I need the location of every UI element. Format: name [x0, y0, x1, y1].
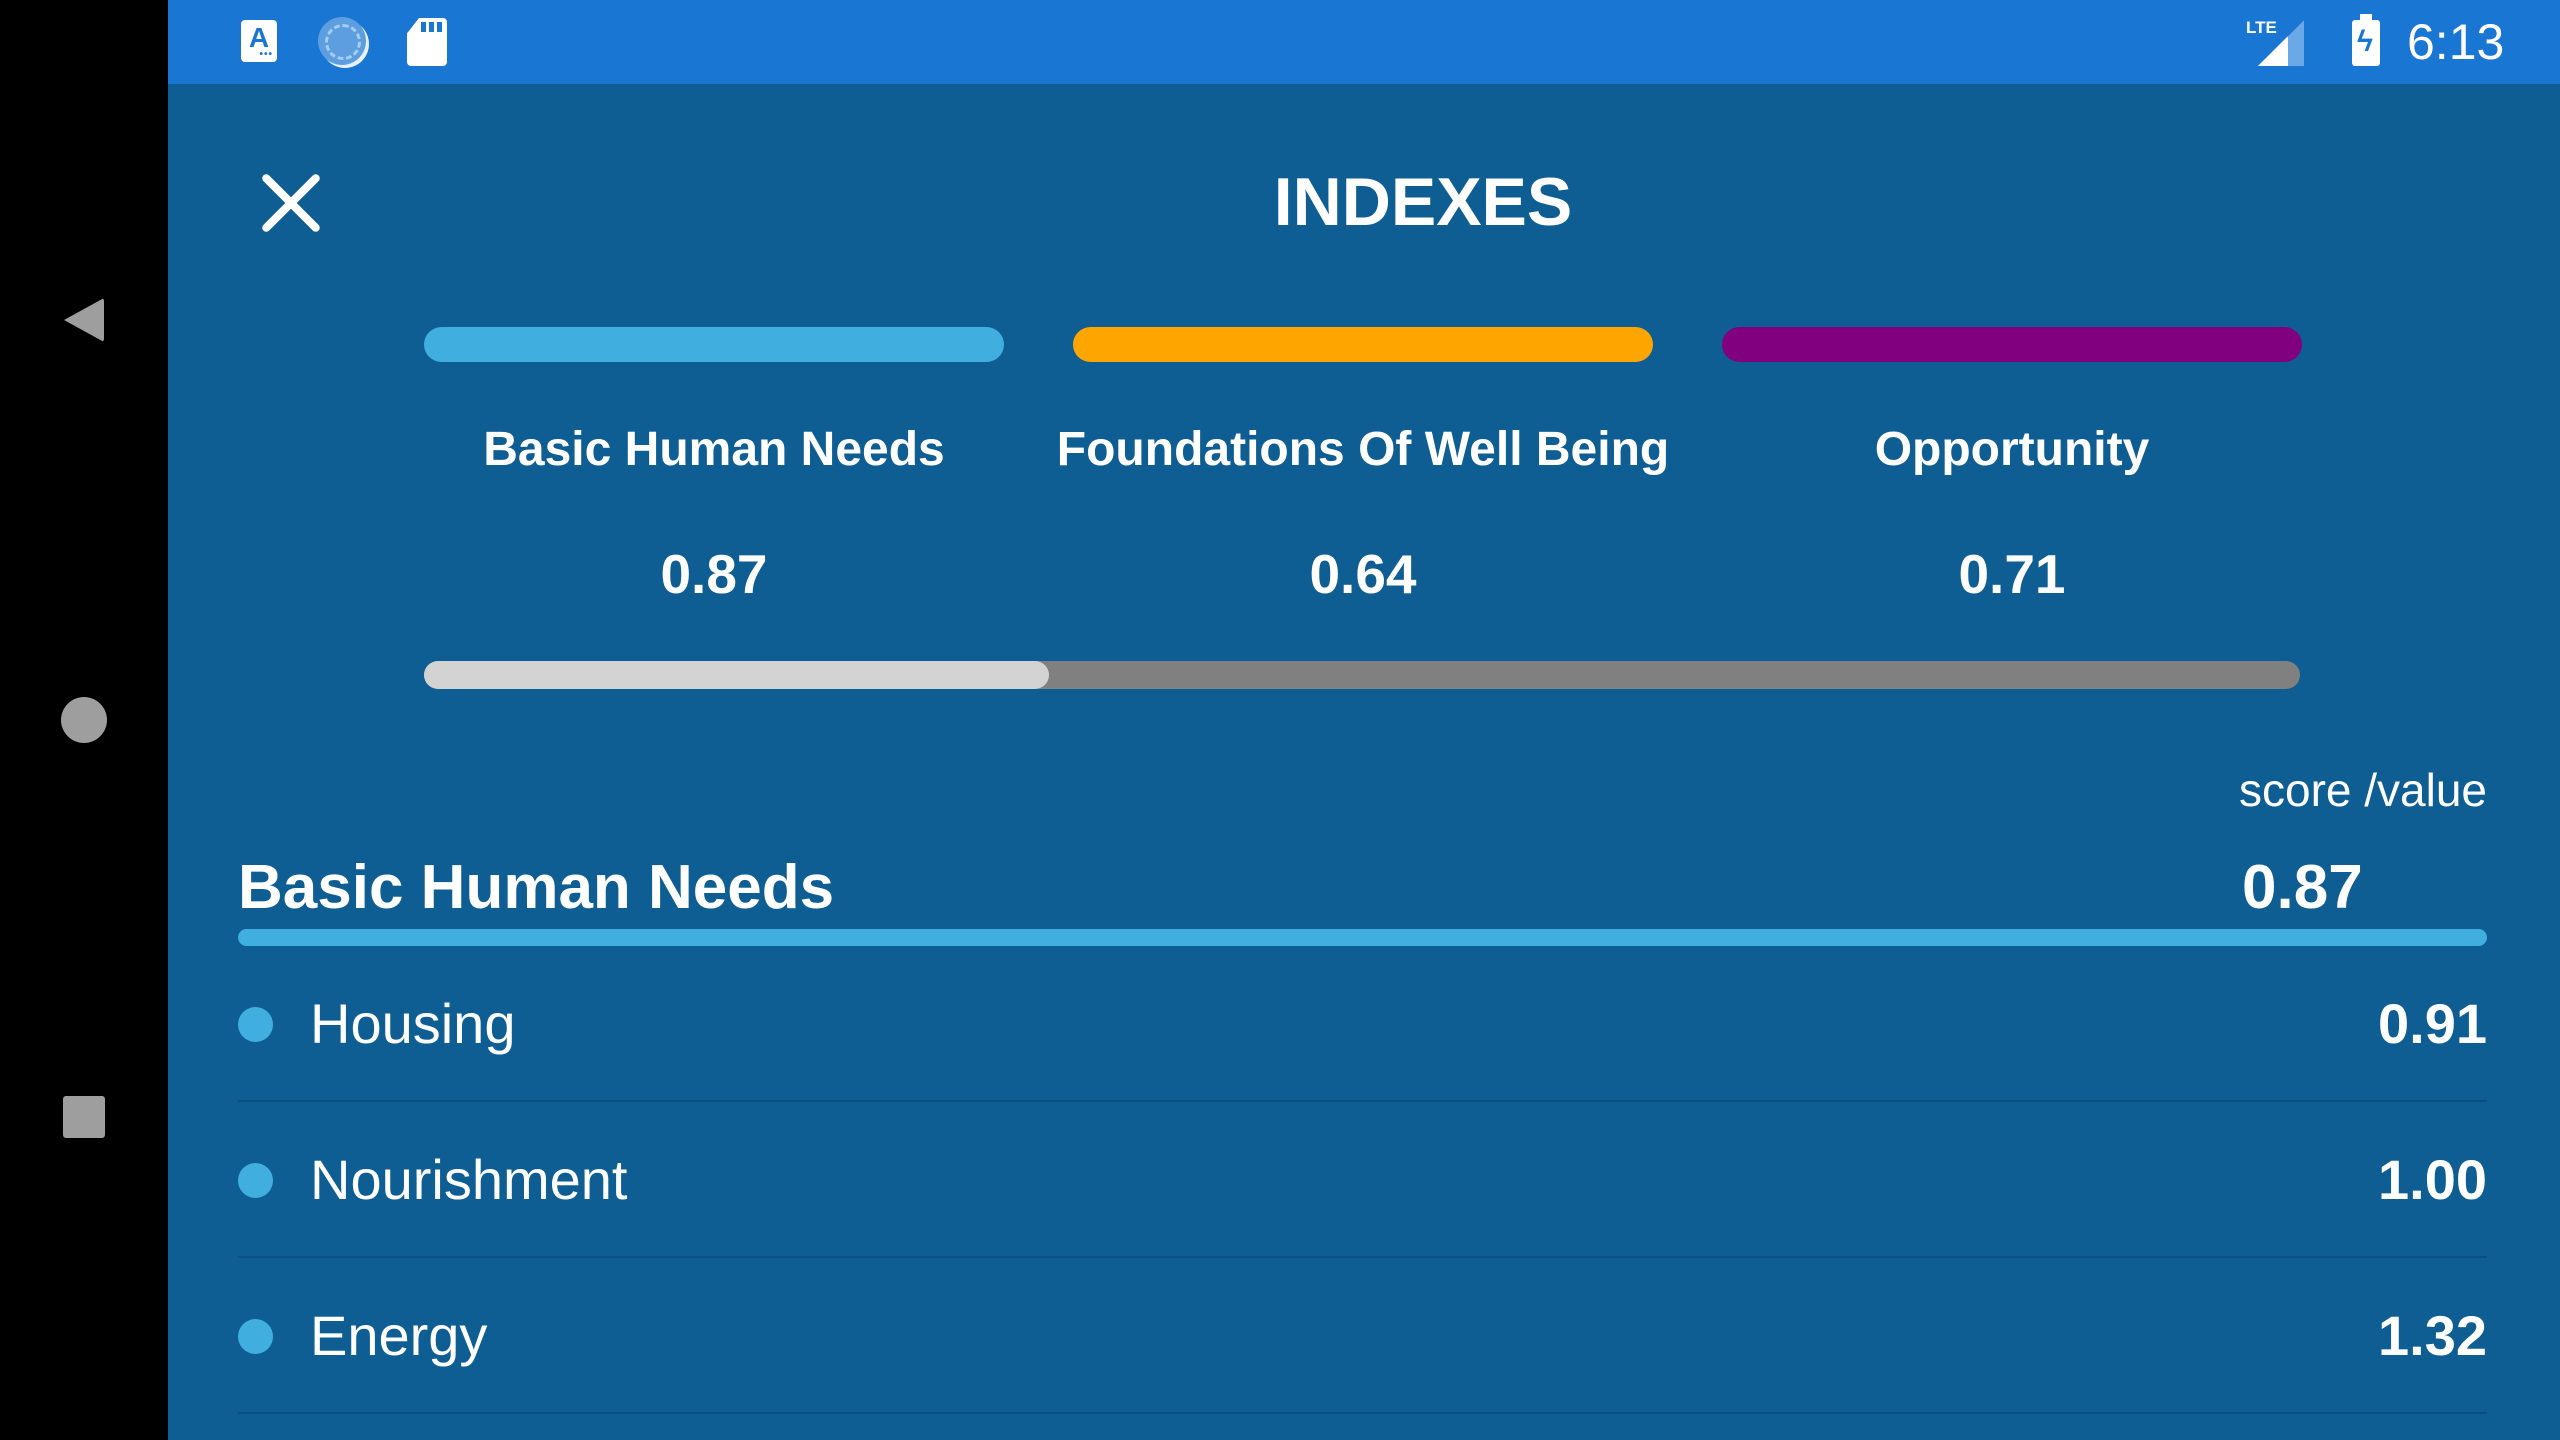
index-tab-basic-human-needs[interactable]: Basic Human Needs 0.87 [424, 320, 1004, 605]
column-header-score-value: score /value [2238, 764, 2487, 816]
bullet-dot-icon [238, 1319, 273, 1354]
sync-icon [318, 17, 366, 65]
index-label: Basic Human Needs [483, 423, 945, 476]
list-item[interactable]: Housing 0.91 [238, 946, 2487, 1102]
page-title: INDEXES [1273, 164, 1573, 240]
system-nav-bar [0, 0, 168, 1440]
index-tab-opportunity[interactable]: Opportunity 0.71 [1722, 320, 2302, 605]
index-value: 0.64 [1309, 543, 1417, 605]
recents-square-icon [63, 1096, 105, 1138]
list-item-value: 1.00 [2378, 1148, 2487, 1211]
home-circle-icon [61, 697, 107, 743]
back-button[interactable] [0, 260, 168, 380]
bullet-dot-icon [238, 1163, 273, 1198]
index-value: 0.87 [660, 543, 768, 605]
component-list: Housing 0.91 Nourishment 1.00 Energy 1.3… [238, 946, 2487, 1414]
index-color-bar [1722, 327, 2302, 362]
list-item[interactable]: Nourishment 1.00 [238, 1102, 2487, 1258]
index-value: 0.71 [1958, 543, 2066, 605]
index-tab-foundations-of-well-being[interactable]: Foundations Of Well Being 0.64 [1057, 320, 1669, 605]
back-triangle-icon [64, 298, 104, 342]
keyboard-a-icon: A ••• [241, 20, 277, 62]
section-divider [238, 929, 2487, 946]
sd-card-icon [407, 18, 447, 66]
index-color-bar [424, 327, 1004, 362]
battery-charging-icon: ϟ [2352, 14, 2380, 66]
list-item[interactable]: Energy 1.32 [238, 1258, 2487, 1414]
list-item-label: Housing [310, 992, 516, 1055]
page-indicator-track[interactable] [424, 661, 2300, 689]
status-time: 6:13 [2407, 14, 2505, 70]
list-item-value: 0.91 [2378, 992, 2487, 1055]
section-title: Basic Human Needs [238, 853, 835, 922]
list-item-label: Energy [310, 1304, 488, 1367]
index-color-bar [1073, 327, 1653, 362]
section-score: 0.87 [2242, 853, 2363, 922]
bullet-dot-icon [238, 1007, 273, 1042]
page-indicator-thumb[interactable] [424, 661, 1050, 689]
recents-button[interactable] [0, 1057, 168, 1177]
index-label: Foundations Of Well Being [1056, 423, 1670, 476]
network-type: LTE [2246, 18, 2277, 37]
close-icon[interactable] [248, 163, 328, 243]
list-item-value: 1.32 [2378, 1304, 2487, 1367]
home-button[interactable] [0, 660, 168, 780]
status-bar: A ••• [168, 0, 2560, 84]
lte-signal-icon: LTE [2246, 18, 2304, 68]
list-item-label: Nourishment [310, 1148, 628, 1211]
index-label: Opportunity [1874, 423, 2150, 476]
